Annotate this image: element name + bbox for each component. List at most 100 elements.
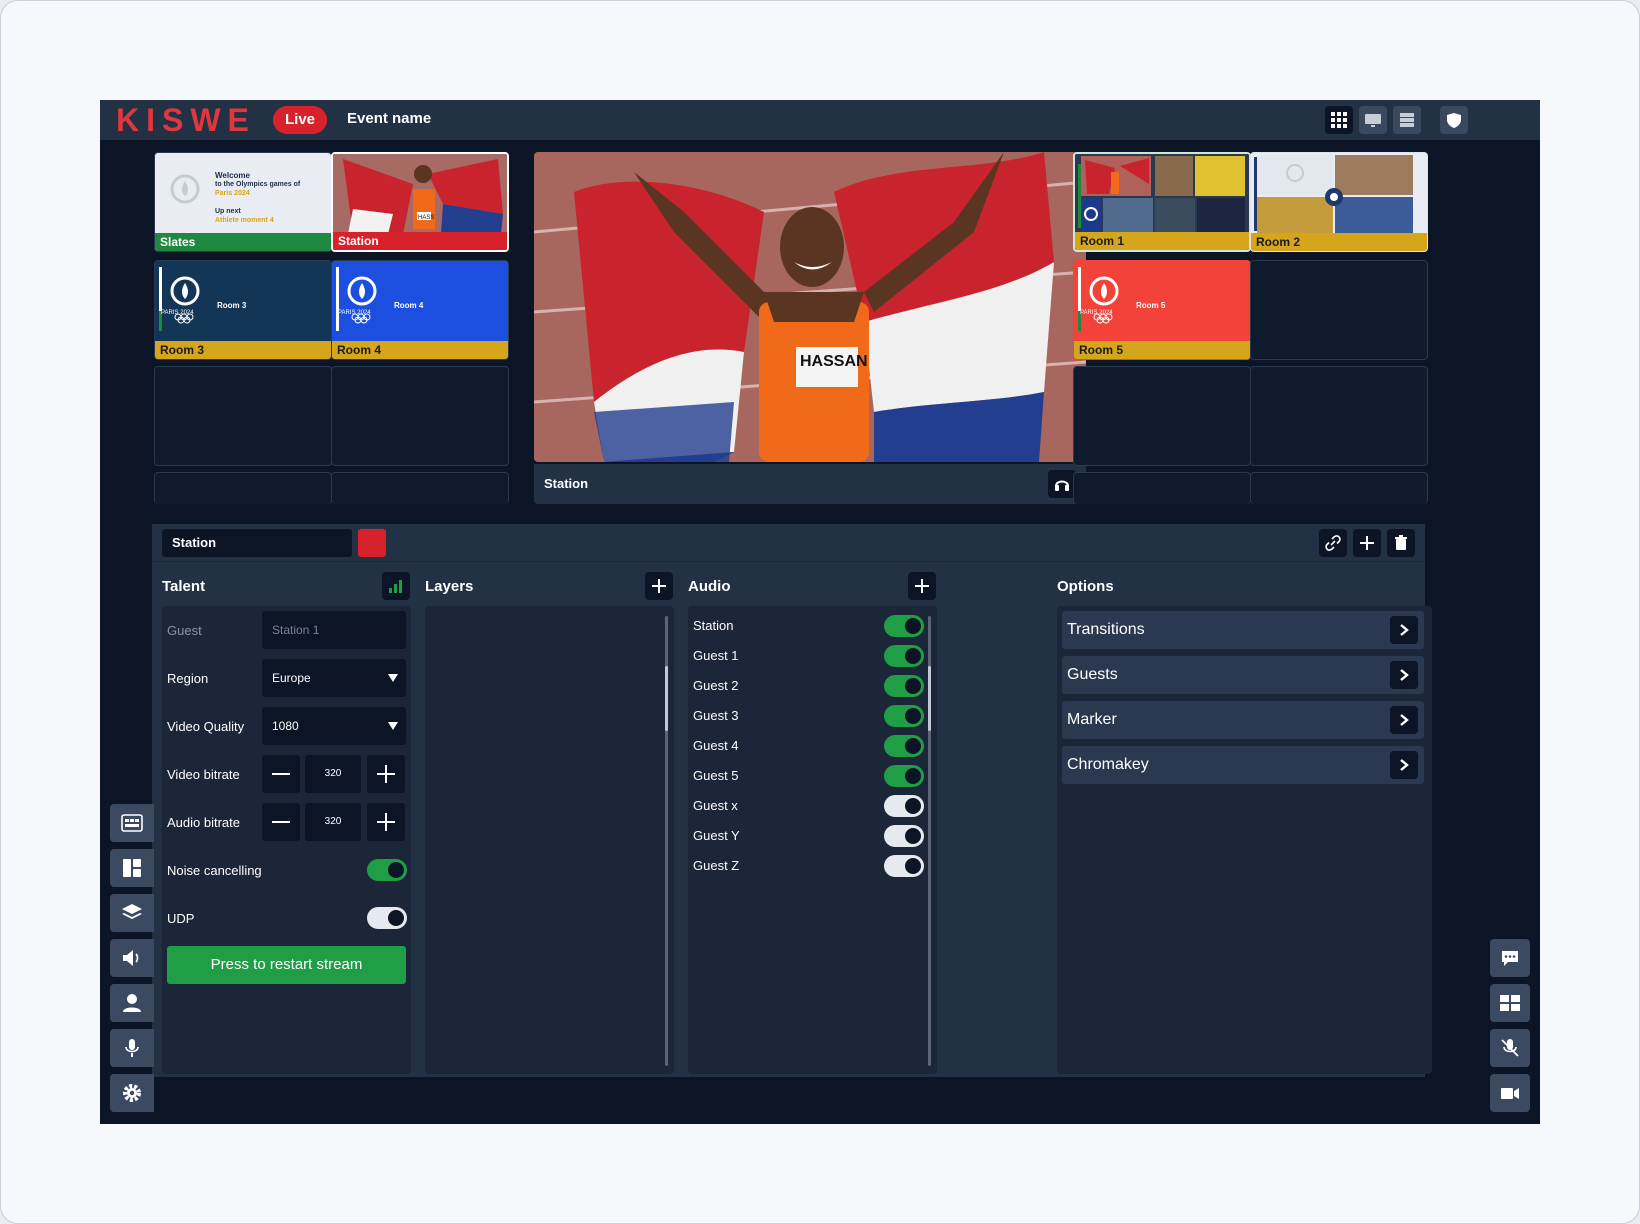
signal-button[interactable] [382,572,410,600]
toggle-knob [388,910,404,926]
toggle-knob [905,618,921,634]
svg-text:HASS: HASS [418,215,434,221]
tile-room-5[interactable]: PARIS 2024 Room 5 Room 5 [1073,260,1251,360]
settings-panel-button[interactable] [110,1074,154,1112]
grid-view-button[interactable] [1325,106,1353,134]
mute-mic-button[interactable] [1490,1029,1530,1067]
tile-label: Station [333,232,507,250]
source-name-input[interactable]: Station [162,529,352,557]
audio-bitrate-increment[interactable] [367,803,405,841]
headphones-button[interactable] [1048,470,1076,498]
chevron-right-button[interactable] [1390,616,1418,644]
list-view-button[interactable] [1393,106,1421,134]
tile-room-3[interactable]: PARIS 2024 Room 3 Room 3 [154,260,332,360]
options-panel: Transitions Guests Marker Chromakey [1057,606,1432,1074]
room3-inner-text: Room 3 [217,301,247,310]
tile-station[interactable]: HASS Station [331,152,509,252]
audio-bitrate-value[interactable]: 320 [305,803,361,841]
audio-scroll-thumb[interactable] [928,666,931,731]
delete-button[interactable] [1387,529,1415,557]
udp-toggle[interactable] [367,907,407,929]
sources-panel-button[interactable] [110,804,154,842]
noise-cancelling-toggle[interactable] [367,859,407,881]
chat-bubble-icon [1502,951,1518,966]
audio-toggle[interactable] [884,735,924,757]
toggle-knob [905,768,921,784]
add-layer-button[interactable] [645,572,673,600]
layout-icon [123,859,141,877]
tile-room-2[interactable]: Room 2 [1250,152,1428,252]
tile-empty[interactable] [1250,366,1428,466]
audio-toggle[interactable] [884,855,924,877]
tile-empty[interactable] [1073,366,1251,466]
tile-empty[interactable] [1073,472,1251,504]
layers-scroll-thumb[interactable] [665,666,668,731]
tile-slates[interactable]: Welcome to the Olympics games of Paris 2… [154,152,332,252]
room4-inner-text: Room 4 [394,301,424,310]
tile-empty[interactable] [1250,472,1428,504]
option-transitions[interactable]: Transitions [1062,611,1424,649]
headphones-icon [1055,480,1069,491]
room1-thumbnail [1075,154,1249,234]
tile-empty[interactable] [154,366,332,466]
tile-empty[interactable] [154,472,332,504]
video-bitrate-value[interactable]: 320 [305,755,361,793]
audio-toggle[interactable] [884,615,924,637]
option-label: Guests [1067,666,1118,683]
video-bitrate-increment[interactable] [367,755,405,793]
region-select[interactable]: Europe [262,659,406,697]
video-quality-select[interactable]: 1080 [262,707,406,745]
plus-icon [1360,536,1374,550]
layers-panel-button[interactable] [110,894,154,932]
audio-toggle[interactable] [884,795,924,817]
audio-item-label: Station [693,618,734,633]
guest-input[interactable]: Station 1 [262,611,406,649]
tile-empty[interactable] [331,472,509,504]
add-audio-button[interactable] [908,572,936,600]
shield-button[interactable] [1440,106,1468,134]
kiswe-logo: KISWE [116,102,256,138]
audio-toggle[interactable] [884,825,924,847]
chevron-right-button[interactable] [1390,661,1418,689]
mic-panel-button[interactable] [110,1029,154,1067]
audio-toggle[interactable] [884,765,924,787]
audio-toggle[interactable] [884,645,924,667]
audio-bitrate-label: Audio bitrate [167,815,240,830]
video-bitrate-label: Video bitrate [167,767,240,782]
add-button[interactable] [1353,529,1381,557]
video-bitrate-decrement[interactable] [262,755,300,793]
talent-panel-button[interactable] [110,984,154,1022]
participants-button[interactable] [1490,984,1530,1022]
audio-panel-button[interactable] [110,939,154,977]
chevron-right-icon [1400,714,1409,726]
chat-button[interactable] [1490,939,1530,977]
tile-empty[interactable] [331,366,509,466]
option-guests[interactable]: Guests [1062,656,1424,694]
audio-toggle[interactable] [884,675,924,697]
audio-toggle[interactable] [884,705,924,727]
top-bar: KISWE Live Event name [100,100,1540,140]
link-button[interactable] [1319,529,1347,557]
option-marker[interactable]: Marker [1062,701,1424,739]
video-quality-value: 1080 [272,719,299,733]
chevron-right-button[interactable] [1390,751,1418,779]
room5-thumbnail: PARIS 2024 Room 5 [1074,261,1250,341]
sources-grid-icon [121,814,143,832]
audio-item-label: Guest x [693,798,738,813]
restart-stream-button[interactable]: Press to restart stream [167,946,406,984]
color-swatch[interactable] [358,529,386,557]
tile-empty[interactable] [1250,260,1428,360]
chevron-right-button[interactable] [1390,706,1418,734]
camera-button[interactable] [1490,1074,1530,1112]
minus-icon [272,773,290,775]
tile-room-4[interactable]: PARIS 2024 Room 4 Room 4 [331,260,509,360]
layout-panel-button[interactable] [110,849,154,887]
tile-room-1[interactable]: Room 1 [1073,152,1251,252]
tile-label: Slates [155,233,331,251]
option-chromakey[interactable]: Chromakey [1062,746,1424,784]
monitor-view-button[interactable] [1359,106,1387,134]
gear-icon [123,1084,141,1102]
udp-label: UDP [167,911,195,926]
audio-bitrate-decrement[interactable] [262,803,300,841]
toggle-knob [905,738,921,754]
